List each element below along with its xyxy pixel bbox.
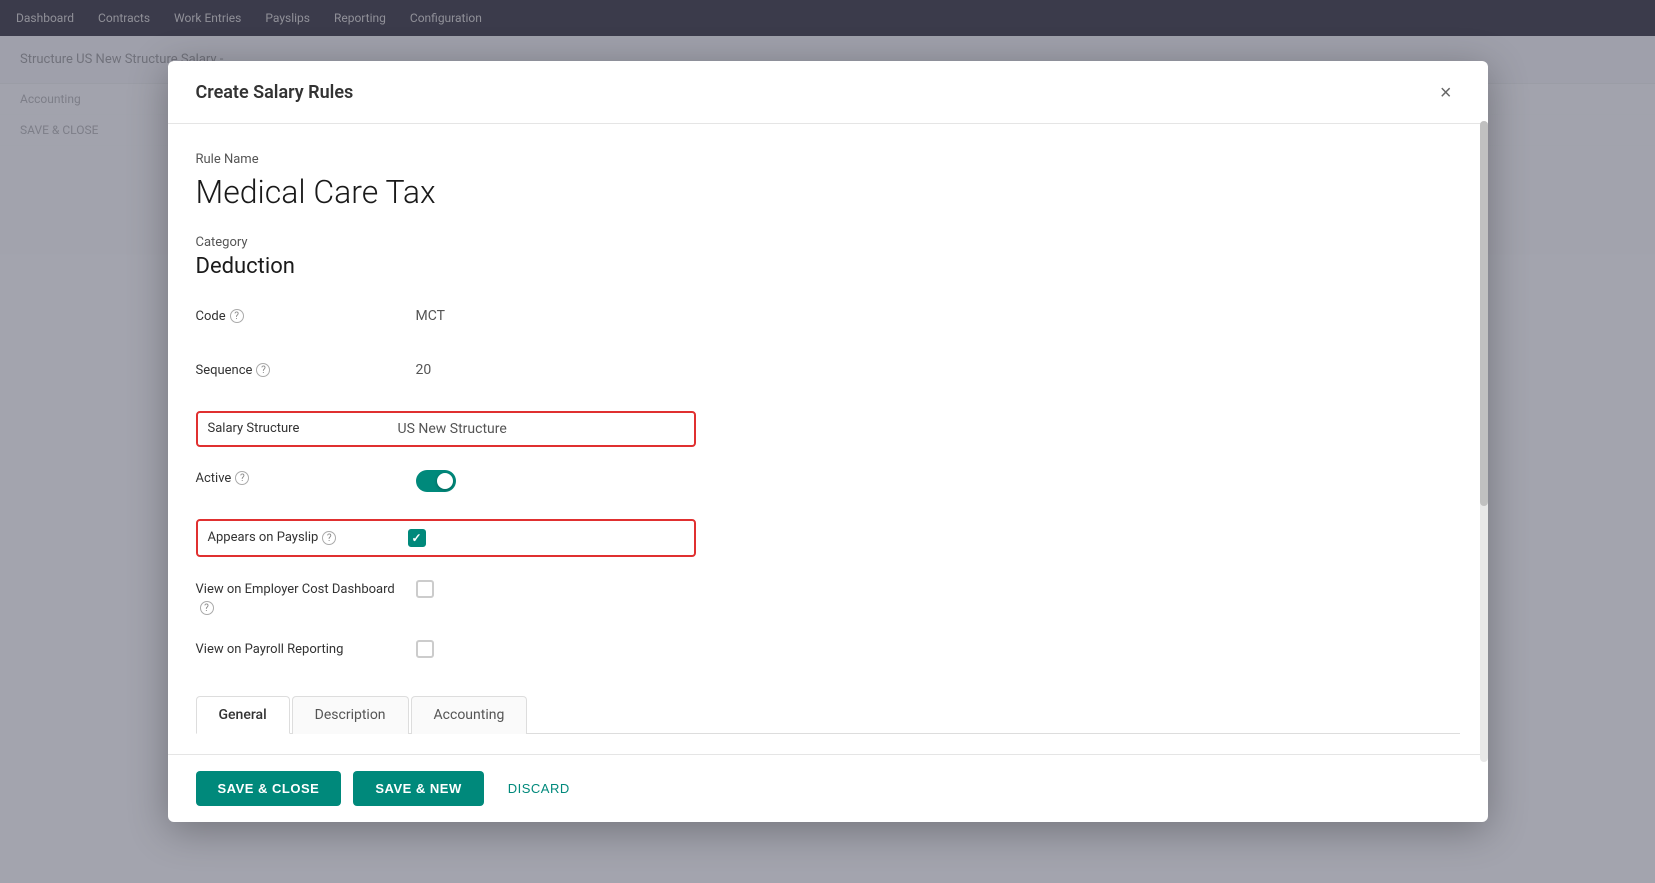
employer-cost-label: View on Employer Cost Dashboard ? (196, 575, 416, 617)
modal-title: Create Salary Rules (196, 82, 354, 103)
tab-accounting[interactable]: Accounting (411, 696, 528, 734)
active-help-icon[interactable]: ? (235, 471, 249, 485)
salary-structure-value[interactable]: US New Structure (398, 421, 507, 437)
payroll-reporting-label: View on Payroll Reporting (196, 635, 416, 659)
payroll-reporting-row: View on Payroll Reporting (196, 635, 1460, 671)
code-help-icon[interactable]: ? (230, 309, 244, 323)
code-label: Code ? (196, 303, 416, 324)
create-salary-rules-modal: Create Salary Rules × Rule Name Medical … (168, 61, 1488, 822)
close-button[interactable]: × (1432, 79, 1460, 107)
sequence-help-icon[interactable]: ? (256, 363, 270, 377)
appears-on-payslip-row: Appears on Payslip ? (196, 519, 696, 557)
payslip-checkbox-control[interactable] (408, 529, 426, 547)
active-label: Active ? (196, 465, 416, 486)
sequence-label: Sequence ? (196, 357, 416, 378)
code-value: MCT (416, 303, 1460, 324)
save-new-button[interactable]: SAVE & NEW (353, 771, 483, 806)
modal-footer: SAVE & CLOSE SAVE & NEW DISCARD (168, 754, 1488, 822)
salary-structure-row: Salary Structure US New Structure (196, 411, 696, 447)
category-label: Category (196, 235, 1460, 250)
category-value: Deduction (196, 254, 1460, 279)
rule-name-label: Rule Name (196, 152, 1460, 167)
tab-general[interactable]: General (196, 696, 290, 734)
payslip-help-icon[interactable]: ? (322, 531, 336, 545)
modal-body: Rule Name Medical Care Tax Category Dedu… (168, 124, 1488, 754)
active-toggle[interactable] (416, 465, 1460, 496)
toggle-track (416, 470, 456, 492)
salary-structure-label: Salary Structure (208, 421, 398, 436)
tabs-container: General Description Accounting (196, 695, 1460, 734)
employer-cost-row: View on Employer Cost Dashboard ? (196, 575, 1460, 617)
discard-button[interactable]: DISCARD (496, 771, 582, 806)
code-row: Code ? MCT (196, 303, 1460, 339)
modal-backdrop: Create Salary Rules × Rule Name Medical … (0, 0, 1655, 883)
modal-header: Create Salary Rules × (168, 61, 1488, 124)
sequence-value: 20 (416, 357, 1460, 378)
employer-cost-help-icon[interactable]: ? (200, 601, 214, 615)
active-row: Active ? (196, 465, 1460, 501)
employer-cost-checkbox[interactable] (416, 575, 1460, 598)
toggle-thumb (437, 473, 453, 489)
rule-name-value: Medical Care Tax (196, 173, 1460, 211)
tab-description[interactable]: Description (292, 696, 409, 734)
payslip-checkbox[interactable] (398, 529, 426, 547)
active-toggle-control[interactable] (416, 470, 456, 492)
scroll-thumb (1480, 121, 1488, 506)
save-close-button[interactable]: SAVE & CLOSE (196, 771, 342, 806)
payroll-reporting-checkbox[interactable] (416, 635, 1460, 658)
sequence-row: Sequence ? 20 (196, 357, 1460, 393)
payroll-reporting-checkbox-control[interactable] (416, 640, 434, 658)
appears-on-payslip-label: Appears on Payslip ? (208, 530, 398, 545)
employer-cost-checkbox-control[interactable] (416, 580, 434, 598)
scroll-indicator (1480, 121, 1488, 762)
